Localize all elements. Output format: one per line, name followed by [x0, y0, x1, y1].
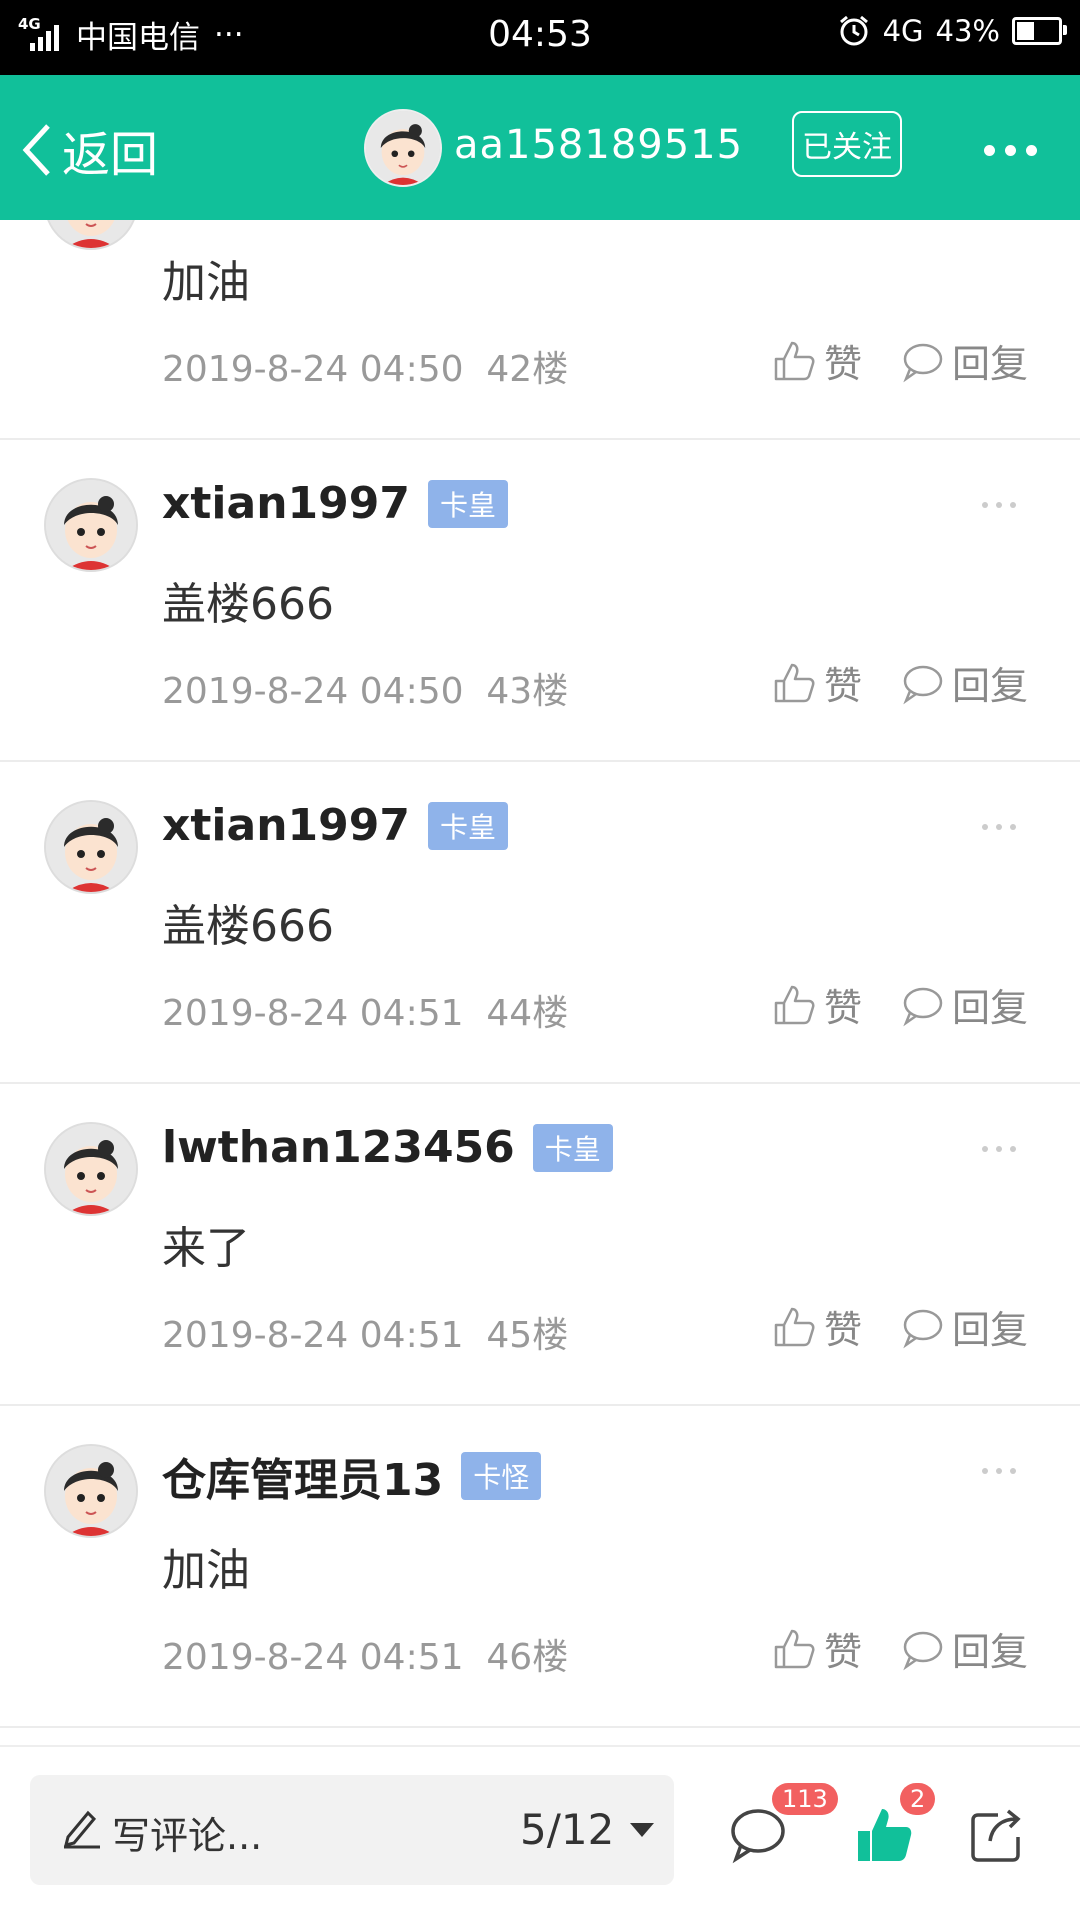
- thumbs-up-icon[interactable]: [772, 661, 816, 705]
- comment-more-icon[interactable]: [982, 824, 1016, 830]
- comment-meta: 2019-8-24 04:51 44楼: [162, 984, 568, 1036]
- reply-label[interactable]: 回复: [952, 977, 1028, 1032]
- comment-more-icon[interactable]: [982, 1468, 1016, 1474]
- comment-item: xtian1997 卡皇 盖楼666 2019-8-24 04:50 43楼 赞…: [0, 440, 1080, 762]
- comment-username[interactable]: lwthan123456: [162, 1122, 515, 1173]
- thumbs-up-icon[interactable]: [772, 1305, 816, 1349]
- comment-username[interactable]: 仓库管理员13: [162, 1444, 443, 1508]
- reply-bubble-icon[interactable]: [900, 1627, 944, 1671]
- comment-floor: 43楼: [486, 671, 569, 712]
- like-label[interactable]: 赞: [824, 977, 862, 1032]
- comment-time: 2019-8-24 04:50: [162, 349, 464, 390]
- bottom-bar: 写评论... 5/12 113 2: [0, 1745, 1080, 1922]
- more-options-icon[interactable]: [984, 145, 1037, 156]
- like-label[interactable]: 赞: [824, 1621, 862, 1676]
- reply-label[interactable]: 回复: [952, 1299, 1028, 1354]
- comment-more-icon[interactable]: [982, 502, 1016, 508]
- author-username[interactable]: aa158189515: [454, 122, 743, 168]
- battery-percent: 43%: [935, 14, 1000, 48]
- back-label: 返回: [62, 127, 159, 183]
- write-comment-input[interactable]: 写评论... 5/12: [30, 1775, 674, 1885]
- avatar-face-icon: [46, 480, 136, 570]
- user-avatar[interactable]: [44, 478, 138, 572]
- reply-bubble-icon[interactable]: [900, 1305, 944, 1349]
- status-bar: 4G 中国电信 ··· 04:53 4G 43%: [0, 0, 1080, 75]
- reply-bubble-icon[interactable]: [900, 983, 944, 1027]
- comment-meta: 2019-8-24 04:50 42楼: [162, 340, 568, 392]
- pencil-icon: [63, 1810, 100, 1849]
- comment-text: 来了: [162, 1223, 250, 1274]
- comment-meta: 2019-8-24 04:51 46楼: [162, 1628, 568, 1680]
- comment-text: 盖楼666: [162, 901, 334, 952]
- user-avatar[interactable]: [44, 800, 138, 894]
- comment-meta: 2019-8-24 04:50 43楼: [162, 662, 568, 714]
- reply-bubble-icon[interactable]: [900, 661, 944, 705]
- avatar-face-icon: [46, 220, 136, 248]
- comment-time: 2019-8-24 04:50: [162, 671, 464, 712]
- comment-item: 仓库管理员13 卡怪 加油 2019-8-24 04:50 42楼 赞 回复: [0, 220, 1080, 440]
- alarm-icon: [839, 15, 868, 46]
- avatar-face-icon: [366, 111, 440, 185]
- top-nav-bar: 返回 aa158189515 已关注: [0, 75, 1080, 220]
- avatar-face-icon: [46, 1446, 136, 1536]
- network-label: 4G: [882, 14, 924, 48]
- comment-username[interactable]: xtian1997: [162, 478, 410, 529]
- user-level-badge: 卡皇: [427, 479, 508, 528]
- user-level-badge: 卡皇: [427, 801, 508, 850]
- comment-count-badge: 113: [772, 1783, 838, 1815]
- user-avatar[interactable]: [44, 220, 138, 250]
- comment-text: 加油: [162, 257, 250, 308]
- user-avatar[interactable]: [44, 1444, 138, 1538]
- like-label[interactable]: 赞: [824, 1299, 862, 1354]
- user-level-badge: 卡皇: [532, 1123, 613, 1172]
- like-label[interactable]: 赞: [824, 655, 862, 710]
- thumbs-up-icon[interactable]: [772, 983, 816, 1027]
- comment-bubble-icon[interactable]: [728, 1805, 788, 1865]
- comment-item: lwthan123456 卡皇 来了 2019-8-24 04:51 45楼 赞…: [0, 1084, 1080, 1406]
- like-count-badge: 2: [900, 1783, 936, 1815]
- comment-item: xtian1997 卡皇 盖楼666 2019-8-24 04:51 44楼 赞…: [0, 762, 1080, 1084]
- following-button[interactable]: 已关注: [792, 111, 902, 177]
- page-indicator[interactable]: 5/12: [520, 1805, 614, 1854]
- reply-label[interactable]: 回复: [952, 655, 1028, 710]
- comment-time: 2019-8-24 04:51: [162, 993, 464, 1034]
- comment-floor: 45楼: [486, 1315, 569, 1356]
- comment-floor: 46楼: [486, 1637, 569, 1678]
- back-button[interactable]: 返回: [20, 115, 158, 185]
- comment-item: 仓库管理员13 卡怪 加油 2019-8-24 04:51 46楼 赞 回复: [0, 1406, 1080, 1728]
- thumbs-up-icon[interactable]: [772, 1627, 816, 1671]
- comment-time: 2019-8-24 04:51: [162, 1315, 464, 1356]
- comment-floor: 44楼: [486, 993, 569, 1034]
- user-avatar[interactable]: [44, 1122, 138, 1216]
- comment-meta: 2019-8-24 04:51 45楼: [162, 1306, 568, 1358]
- share-icon[interactable]: [968, 1805, 1028, 1865]
- comment-list: 仓库管理员13 卡怪 加油 2019-8-24 04:50 42楼 赞 回复: [0, 220, 1080, 1745]
- author-avatar[interactable]: [364, 109, 442, 187]
- reply-label[interactable]: 回复: [952, 1621, 1028, 1676]
- avatar-face-icon: [46, 1124, 136, 1214]
- avatar-face-icon: [46, 802, 136, 892]
- comment-text: 加油: [162, 1545, 250, 1596]
- thumbs-up-filled-icon[interactable]: [854, 1805, 914, 1865]
- reply-bubble-icon[interactable]: [900, 339, 944, 383]
- comment-time: 2019-8-24 04:51: [162, 1637, 464, 1678]
- write-comment-placeholder: 写评论...: [112, 1814, 263, 1858]
- chevron-left-icon: [22, 124, 50, 176]
- reply-label[interactable]: 回复: [952, 333, 1028, 388]
- comment-text: 盖楼666: [162, 579, 334, 630]
- caret-down-icon[interactable]: [630, 1823, 654, 1837]
- like-label[interactable]: 赞: [824, 333, 862, 388]
- thumbs-up-icon[interactable]: [772, 339, 816, 383]
- comment-floor: 42楼: [486, 349, 569, 390]
- battery-icon: [1012, 17, 1067, 45]
- comment-username[interactable]: xtian1997: [162, 800, 410, 851]
- comment-more-icon[interactable]: [982, 1146, 1016, 1152]
- user-level-badge: 卡怪: [461, 1452, 542, 1500]
